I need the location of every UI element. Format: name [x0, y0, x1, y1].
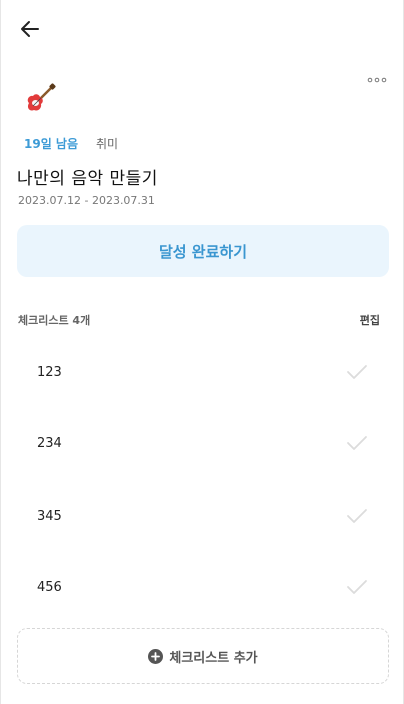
checklist-item-label: 123 — [37, 364, 62, 380]
days-left-badge: 19일 남음 — [24, 137, 78, 151]
checklist-header: 체크리스트 4개 편집 — [18, 312, 380, 328]
arrow-left-icon — [21, 21, 39, 37]
category-label: 취미 — [96, 137, 119, 151]
plus-circle-icon — [148, 648, 164, 664]
checklist-item-label: 456 — [37, 579, 62, 595]
goal-period: 2023.07.12 - 2023.07.31 — [18, 194, 155, 207]
check-toggle[interactable] — [345, 504, 369, 528]
checklist-item-label: 345 — [37, 508, 62, 524]
checkmark-icon — [347, 509, 367, 523]
back-button[interactable] — [15, 14, 45, 44]
check-toggle[interactable] — [345, 431, 369, 455]
checklist-count-label: 체크리스트 4개 — [18, 314, 91, 327]
checklist-item[interactable]: 234 — [1, 423, 404, 463]
guitar-icon — [27, 83, 56, 111]
more-options-button[interactable] — [365, 70, 389, 90]
checklist-item-label: 234 — [37, 435, 62, 451]
goal-detail-screen: 19일 남음 취미 나만의 음악 만들기 2023.07.12 - 2023.0… — [0, 0, 404, 704]
goal-meta: 19일 남음 취미 — [24, 135, 118, 152]
check-toggle[interactable] — [345, 360, 369, 384]
checkmark-icon — [347, 436, 367, 450]
goal-title: 나만의 음악 만들기 — [17, 169, 158, 189]
complete-goal-button[interactable]: 달성 완료하기 — [17, 225, 389, 277]
more-dots-icon — [367, 77, 387, 83]
checkmark-icon — [347, 365, 367, 379]
add-checklist-button[interactable]: 체크리스트 추가 — [17, 628, 389, 684]
add-checklist-label: 체크리스트 추가 — [169, 650, 258, 666]
checklist-item[interactable]: 345 — [1, 496, 404, 536]
check-toggle[interactable] — [345, 575, 369, 599]
edit-button[interactable]: 편집 — [360, 312, 380, 328]
checklist-item[interactable]: 123 — [1, 352, 404, 392]
checkmark-icon — [347, 580, 367, 594]
checklist-item[interactable]: 456 — [1, 567, 404, 607]
